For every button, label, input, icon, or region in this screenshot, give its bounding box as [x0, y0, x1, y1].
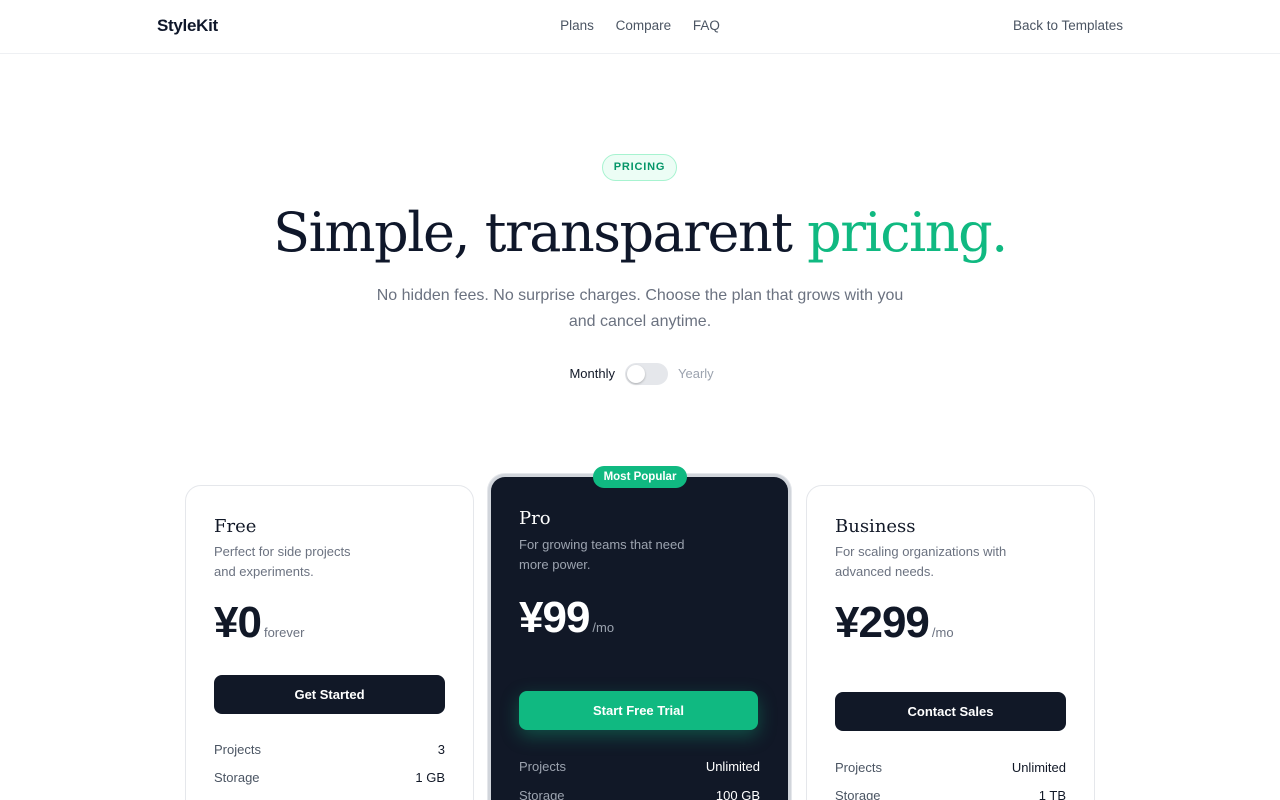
price-amount: ¥299: [835, 598, 930, 647]
feature-row: Storage 1 GB: [214, 770, 445, 790]
feature-value: 3: [437, 742, 445, 757]
price-suffix: /mo: [931, 625, 954, 640]
plan-description: Perfect for side projects and experiment…: [214, 544, 351, 579]
nav-link-compare[interactable]: Compare: [616, 18, 672, 33]
price-amount: ¥99: [519, 593, 590, 642]
price-suffix: /mo: [592, 620, 615, 635]
plan-description: For scaling organizations with advanced …: [835, 544, 1007, 579]
title-accent: pricing.: [807, 201, 1008, 264]
feature-label: Projects: [214, 742, 261, 757]
feature-label: Projects: [519, 759, 566, 774]
feature-label: Projects: [835, 760, 882, 775]
feature-label: Storage: [519, 788, 565, 800]
feature-label: Storage: [214, 770, 260, 785]
nav-link-plans[interactable]: Plans: [560, 18, 594, 33]
title-main: Simple, transparent: [273, 201, 808, 264]
back-to-templates-link[interactable]: Back to Templates: [1013, 18, 1123, 33]
feature-row: Storage 100 GB: [519, 788, 760, 800]
price-amount: ¥0: [214, 598, 262, 647]
feature-row: Projects 3: [214, 742, 445, 762]
feature-value: 1 TB: [1038, 788, 1066, 800]
billing-period-toggle[interactable]: [625, 363, 668, 385]
feature-row: Storage 1 TB: [835, 788, 1066, 800]
feature-row: Projects Unlimited: [519, 759, 760, 779]
feature-value: Unlimited: [705, 759, 760, 774]
plan-price: ¥99/mo: [519, 593, 614, 643]
start-free-trial-button[interactable]: Start Free Trial: [519, 691, 758, 730]
feature-value: 100 GB: [715, 788, 760, 800]
plan-name: Free: [214, 516, 257, 537]
top-navigation: StyleKit Plans Compare FAQ Back to Templ…: [0, 0, 1280, 54]
monthly-label[interactable]: Monthly: [569, 366, 615, 381]
page-title: Simple, transparent pricing.: [0, 196, 1280, 270]
pricing-badge: PRICING: [602, 154, 677, 181]
yearly-label[interactable]: Yearly: [678, 366, 714, 381]
price-suffix: forever: [263, 625, 305, 640]
nav-link-faq[interactable]: FAQ: [693, 18, 720, 33]
plan-description: For growing teams that need more power.: [519, 537, 685, 572]
feature-value: Unlimited: [1011, 760, 1066, 775]
plan-card-free: Free Perfect for side projects and exper…: [185, 485, 474, 800]
plan-price: ¥0 forever: [214, 598, 304, 648]
feature-label: Storage: [835, 788, 881, 800]
get-started-button[interactable]: Get Started: [214, 675, 445, 714]
feature-value: 1 GB: [415, 770, 445, 785]
plan-card-pro: Pro For growing teams that need more pow…: [491, 477, 788, 800]
feature-row: Projects Unlimited: [835, 760, 1066, 780]
plan-card-business: Business For scaling organizations with …: [806, 485, 1095, 800]
contact-sales-button[interactable]: Contact Sales: [835, 692, 1066, 731]
page-subtitle: No hidden fees. No surprise charges. Cho…: [376, 287, 904, 330]
billing-toggle-row: Monthly Yearly: [0, 362, 1280, 386]
plan-price: ¥299/mo: [835, 598, 954, 648]
toggle-knob: [627, 365, 645, 383]
most-popular-badge: Most Popular: [593, 466, 687, 488]
plan-name: Pro: [519, 508, 551, 529]
plan-name: Business: [835, 516, 916, 537]
